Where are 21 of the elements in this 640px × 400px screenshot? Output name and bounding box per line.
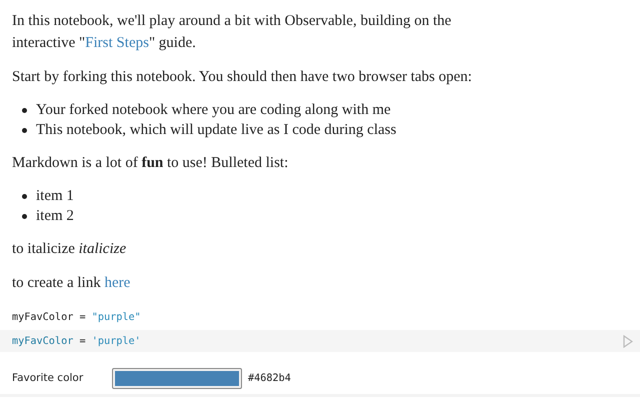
list-item: item 1: [36, 188, 74, 204]
color-value: #4682b4: [248, 372, 291, 384]
list-item: item 2: [36, 208, 74, 224]
paragraph: to create a link here: [12, 274, 132, 293]
bullet-icon: [22, 128, 27, 132]
field-label: Favorite color: [12, 372, 84, 384]
paragraph: to italicize italicize: [12, 240, 128, 259]
code-line: myFavColor = 'purple': [12, 336, 141, 346]
bullet-icon: [22, 108, 27, 112]
color-input[interactable]: [112, 368, 242, 388]
list-item: This notebook, which will update live as I code during class: [36, 122, 396, 138]
paragraph: Start by forking this notebook. You should then have two browser tabs open:: [12, 68, 473, 87]
paragraph: In this notebook, we'll play around a bit with Observable, building on the interactive "First Steps" guide.: [12, 12, 452, 53]
cell-output: myFavColor = "purple": [12, 312, 141, 322]
link[interactable]: here: [104, 275, 130, 291]
link[interactable]: First Steps: [85, 35, 149, 51]
bullet-icon: [22, 214, 27, 218]
paragraph: Markdown is a lot of fun to use! Bulleted list:: [12, 154, 290, 173]
list-item: Your forked notebook where you are coding along with me: [36, 102, 391, 118]
bullet-icon: [22, 194, 27, 198]
code-cell[interactable]: myFavColor = 'purple': [0, 330, 640, 352]
